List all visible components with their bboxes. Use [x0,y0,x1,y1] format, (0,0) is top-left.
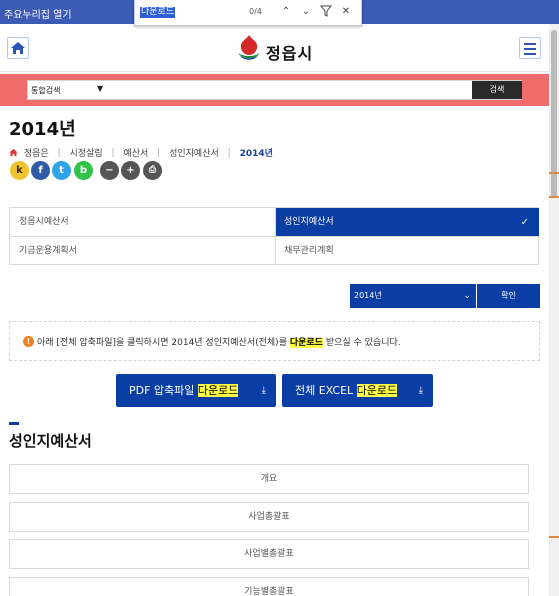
tab-label: 정읍시예산서 [19,217,69,227]
search-input[interactable] [106,82,471,98]
find-count: 0/4 [249,7,262,16]
year-select[interactable]: 2014년 ⌄ [350,284,476,308]
chevron-down-icon: ⌄ [463,291,471,301]
check-icon: ✓ [520,217,529,228]
section-accent [9,422,19,425]
tab-label: 성인지예산서 [284,217,334,227]
breadcrumb-item[interactable]: 예산서 [123,146,148,159]
category-tabs: 정읍시예산서 성인지예산서 ✓ 기금운용계획서 채무관리계획 [9,207,540,266]
button-highlight: 다운로드 [197,384,239,397]
page-title: 2014년 [9,119,76,140]
tab-city-budget[interactable]: 정읍시예산서 [10,208,275,237]
breadcrumb-item[interactable]: 성인지예산서 [169,146,219,159]
button-label: 전체 EXCEL [295,384,357,397]
print-icon[interactable]: ⎙ [143,161,162,180]
list-item[interactable]: 사업총괄표 [9,502,529,532]
chevron-down-icon: ▼ [97,84,104,93]
tab-label: 채무관리계획 [284,246,334,256]
search-button[interactable]: 검색 [472,81,522,99]
site-logo[interactable]: 정읍시 [234,33,324,65]
home-button[interactable] [7,37,29,59]
zoom-in-icon[interactable]: + [121,161,140,180]
find-match-marker [549,172,559,174]
breadcrumb: 정읍은 | 시정살림 | 예산서 | 성인지예산서 | 2014년 [9,146,273,159]
home-icon [11,42,25,54]
close-icon[interactable]: ✕ [339,5,353,19]
breadcrumb-item[interactable]: 정읍은 [24,146,49,159]
kakaostory-icon[interactable]: k [10,161,29,180]
find-match-marker [549,536,559,538]
find-next-icon[interactable]: ⌄ [299,5,313,19]
breadcrumb-separator: | [57,147,61,158]
button-highlight: 다운로드 [356,384,398,397]
notice-highlight: 다운로드 [289,338,323,348]
search-box: 통합검색 ▼ 검색 [27,80,522,100]
tab-fund-plan[interactable]: 기금운용계획서 [10,237,275,266]
find-filter-icon[interactable] [319,5,333,19]
download-icon: ⤓ [261,385,266,396]
search-scope-select[interactable]: 통합검색 ▼ [31,84,104,96]
twitter-icon[interactable]: t [52,161,71,180]
pdf-download-button[interactable]: PDF 압축파일 다운로드 ⤓ [116,374,276,407]
find-input[interactable]: 다운로드 [140,7,176,18]
find-match-marker [549,196,559,198]
list-item[interactable]: 기능별총괄표 [9,577,529,596]
notice-suffix: 받으실 수 있습니다. [322,338,401,348]
year-select-value: 2014년 [354,291,382,300]
window-title: 주요누리집 열기 [4,10,72,21]
menu-icon-line [524,48,536,50]
zoom-out-icon[interactable]: − [100,161,119,180]
menu-icon [524,43,536,45]
search-strip: 통합검색 ▼ 검색 [0,74,549,106]
download-icon: ⤓ [418,385,423,396]
search-scope-value: 통합검색 [31,86,61,95]
menu-icon-line [524,53,536,55]
facebook-icon[interactable]: f [31,161,50,180]
divider [10,236,540,237]
button-label: PDF 압축파일 [129,384,198,397]
logo-emblem-icon [238,35,260,60]
find-prev-icon[interactable]: ⌃ [279,5,293,19]
alert-icon: ! [23,336,34,347]
breadcrumb-home-icon[interactable] [9,148,18,157]
logo-text: 정읍시 [266,44,314,63]
band-icon[interactable]: b [74,161,93,180]
tab-gender-budget[interactable]: 성인지예산서 ✓ [275,208,539,237]
scrollbar[interactable] [549,24,559,596]
breadcrumb-separator: | [111,147,115,158]
notice-box: ! 아래 [전체 압축파일]을 클릭하시면 2014년 성인지예산서(전체)를 … [9,321,540,361]
find-bar[interactable]: 다운로드 0/4 ⌃ ⌄ ✕ [134,0,362,26]
breadcrumb-separator: | [227,147,231,158]
tab-label: 기금운용계획서 [19,246,77,256]
list-item[interactable]: 사업별총괄표 [9,539,529,569]
excel-download-button[interactable]: 전체 EXCEL 다운로드 ⤓ [282,374,433,407]
notice-text: 아래 [전체 압축파일]을 클릭하시면 2014년 성인지예산서(전체)를 다운… [37,335,401,348]
confirm-button[interactable]: 확인 [477,284,540,308]
breadcrumb-current: 2014년 [239,149,273,159]
tab-debt-plan[interactable]: 채무관리계획 [275,237,540,266]
section-title: 성인지예산서 [9,432,92,450]
notice-prefix: 아래 [전체 압축파일]을 클릭하시면 2014년 성인지예산서(전체)를 [37,338,290,348]
site-header: 정읍시 [0,24,549,72]
list-item[interactable]: 개요 [9,464,529,494]
breadcrumb-separator: | [157,147,161,158]
breadcrumb-item[interactable]: 시정살림 [70,146,103,159]
menu-button[interactable] [519,37,541,59]
